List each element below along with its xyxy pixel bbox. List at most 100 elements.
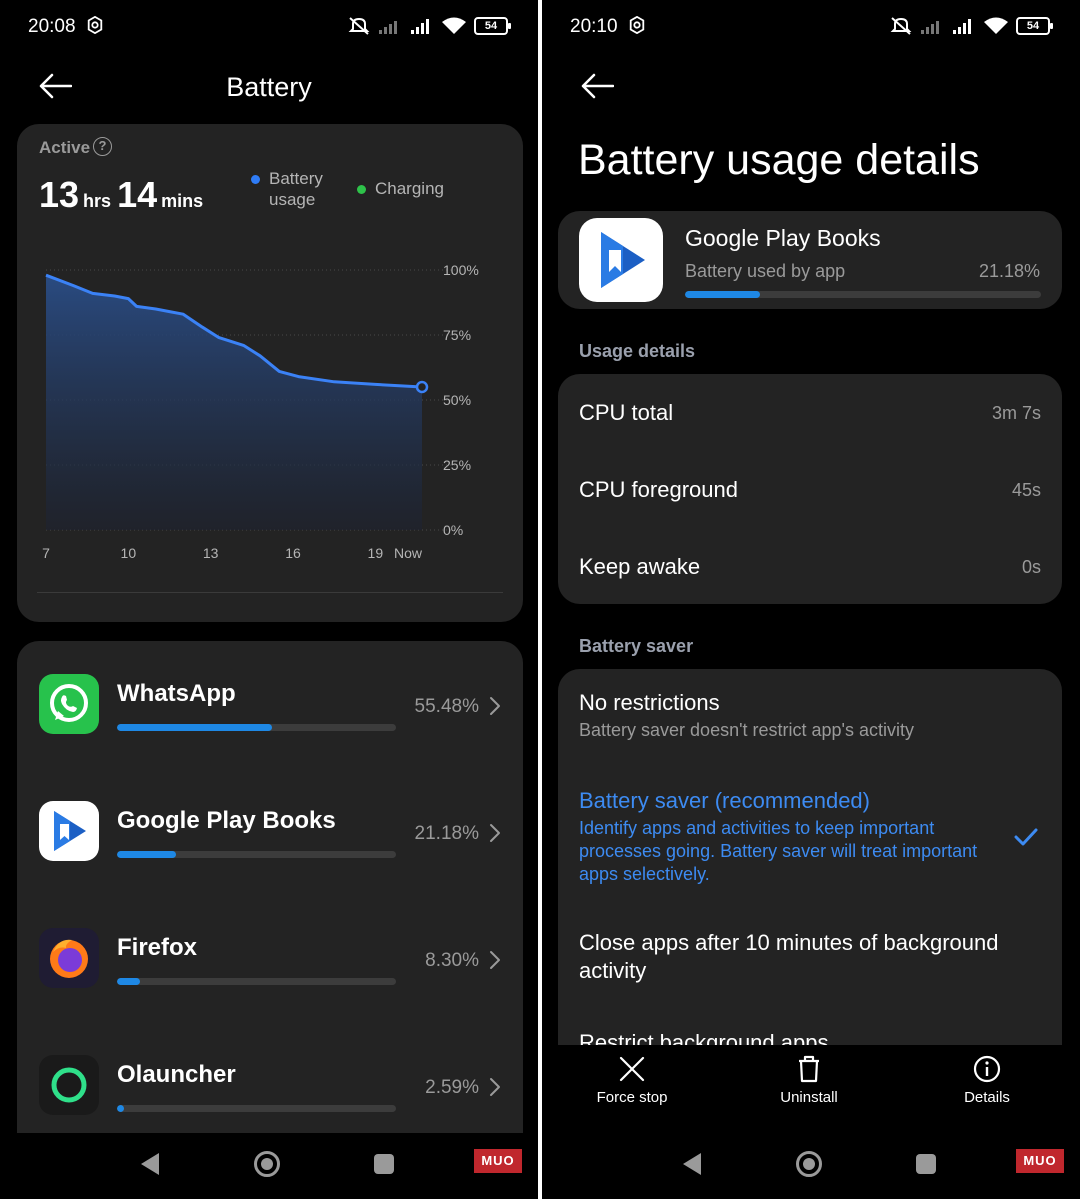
battery-usage-area [46,275,422,530]
close-icon [619,1056,645,1082]
battery-icon: 54 [474,17,511,35]
app-name: Google Play Books [685,225,881,251]
app-usage-bar [117,1105,396,1112]
status-time: 20:08 [28,16,76,37]
muo-watermark: MUO [474,1149,522,1173]
play-books-icon [579,218,663,302]
app-usage-bar [117,724,396,731]
battery-saver-card: No restrictions Battery saver doesn't res… [558,669,1062,1089]
app-usage-bar-fill [117,1105,125,1112]
signal-icon [953,19,971,34]
wifi-icon [442,17,466,34]
action-bar: Force stop Uninstall Details [542,1045,1080,1135]
app-usage-row[interactable]: Firefox 8.30% [17,928,523,1028]
app-name: Firefox [117,934,198,961]
card-divider [37,592,503,593]
whatsapp-icon [39,674,99,734]
usage-detail-label: CPU total [579,400,674,425]
back-arrow-icon[interactable] [580,72,614,100]
status-bar: 20:08 54 [0,12,538,42]
mute-icon [890,17,912,35]
battery-saver-option[interactable]: Close apps after 10 minutes of backgroun… [579,929,999,985]
app-usage-bar-fill [117,724,272,731]
nav-home-icon[interactable] [254,1151,280,1177]
signal-off-icon [921,21,939,34]
x-tick-label: Now [394,545,423,561]
status-time: 20:10 [570,16,618,37]
x-tick-label: 10 [121,545,137,561]
option-title: Close apps after 10 minutes of backgroun… [579,930,999,983]
usage-details-card: CPU total 3m 7s CPU foreground 45s Keep awak… [558,374,1062,604]
usage-detail-value: 3m 7s [991,403,1041,423]
info-icon [973,1055,1001,1083]
battery-saver-heading: Battery saver [579,636,694,656]
wifi-icon [984,17,1008,34]
app-name: Google Play Books [117,807,336,834]
app-usage-percent: 55.48% [414,696,479,717]
app-name: WhatsApp [117,680,236,707]
page-title: Battery [226,72,312,102]
x-tick-label: 7 [42,545,50,561]
battery-icon: 54 [1016,17,1053,35]
app-usage-bar [117,851,396,858]
details-button[interactable]: Details [927,1055,1047,1106]
nav-back-icon[interactable] [683,1153,701,1175]
settings-notification-icon [629,16,645,34]
app-usage-bar-fill [117,851,177,858]
play-books-icon [39,801,99,861]
usage-detail-row: Keep awake 0s [558,550,1062,590]
app-usage-subtitle: Battery used by app [685,261,846,281]
usage-detail-row: CPU foreground 45s [558,473,1062,513]
battery-saver-option[interactable]: Battery saver (recommended) Identify apps… [579,787,999,886]
app-usage-bar-fill [685,291,761,298]
app-usage-percent: 21.18% [414,823,479,844]
app-usage-row[interactable]: Google Play Books 21.18% [17,801,523,901]
olauncher-icon [39,1055,99,1115]
signal-icon [411,19,429,34]
usage-detail-value: 0s [1021,557,1041,577]
uninstall-label: Uninstall [780,1089,838,1106]
option-title: No restrictions [579,690,720,715]
chevron-right-icon [490,951,500,969]
battery-usage-details-screen: 20:10 54 Battery usage details Google Pl… [542,0,1080,1199]
force-stop-button[interactable]: Force stop [572,1055,692,1106]
app-usage-row[interactable]: WhatsApp 55.48% [17,674,523,774]
checkmark-icon [1014,828,1038,846]
app-usage-bar [117,978,396,985]
force-stop-label: Force stop [596,1089,668,1106]
y-tick-label: 75% [443,327,471,343]
chevron-right-icon [490,697,500,715]
battery-chart-card: Active ? 13 hrs 14 mins Battery usage Charg… [17,124,523,622]
battery-current-point [415,380,429,394]
x-tick-label: 16 [285,545,301,561]
app-summary-card[interactable]: Google Play Books Battery used by app 21… [558,211,1062,309]
nav-home-icon[interactable] [796,1151,822,1177]
mute-icon [348,17,370,35]
option-description: Battery saver doesn't restrict app's act… [579,720,915,740]
nav-recents-icon[interactable] [374,1154,394,1174]
y-tick-label: 50% [443,392,471,408]
app-usage-percent: 8.30% [425,950,479,971]
x-tick-label: 13 [203,545,219,561]
app-usage-percent: 2.59% [425,1077,479,1098]
uninstall-button[interactable]: Uninstall [749,1055,869,1106]
settings-notification-icon [87,16,103,34]
nav-recents-icon[interactable] [916,1154,936,1174]
app-usage-bar [685,291,1041,298]
trash-icon [799,1055,819,1083]
y-tick-label: 25% [443,457,471,473]
option-title: Battery saver (recommended) [579,788,870,813]
usage-detail-value: 45s [1011,480,1041,500]
battery-chart: 100% 75% 50% 25% 0% 7 10 13 16 19 Now [42,262,479,561]
status-bar: 20:10 54 [542,12,1080,42]
firefox-icon [39,928,99,988]
details-label: Details [964,1089,1010,1106]
app-usage-list: WhatsApp 55.48% Google Play Books 21.18% Fir… [17,641,523,1141]
nav-bar: MUO [0,1133,538,1199]
battery-saver-option[interactable]: No restrictions Battery saver doesn't res… [579,689,999,742]
option-description: Identify apps and activities to keep imp… [579,818,978,884]
signal-off-icon [379,21,397,34]
app-usage-percent: 21.18% [978,261,1040,281]
usage-detail-row: CPU total 3m 7s [558,396,1062,436]
nav-back-icon[interactable] [141,1153,159,1175]
